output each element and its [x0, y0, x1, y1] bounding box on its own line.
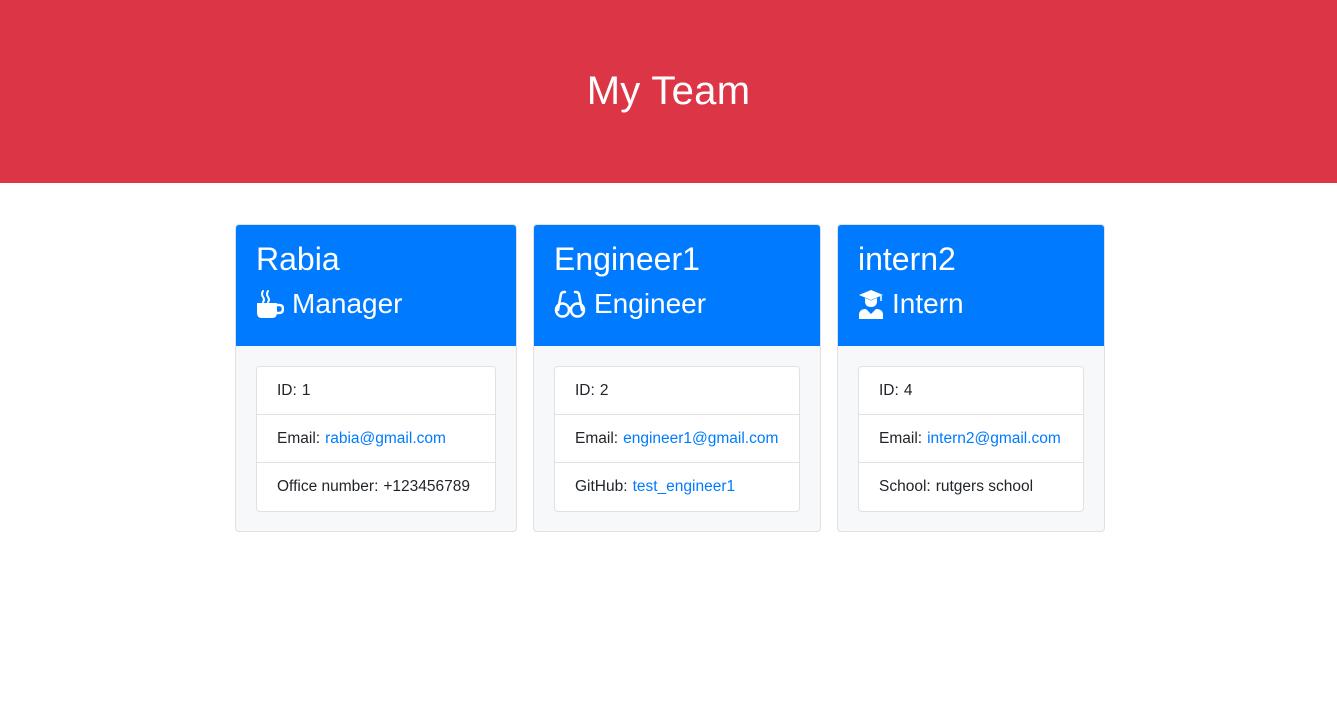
employee-card-intern: intern2 Intern ID: 4 Email: intern2@gmai…: [837, 224, 1105, 532]
employee-card-engineer: Engineer1 Engineer ID: 2 Email: engineer…: [533, 224, 821, 532]
card-body: ID: 1 Email: rabia@gmail.com Office numb…: [236, 346, 516, 531]
card-body: ID: 2 Email: engineer1@gmail.com GitHub:…: [534, 346, 820, 531]
employee-role: Manager: [256, 287, 496, 321]
mug-icon: [256, 289, 284, 319]
list-item-github: GitHub: test_engineer1: [555, 463, 799, 511]
card-body: ID: 4 Email: intern2@gmail.com School: r…: [838, 346, 1104, 531]
employee-name: Rabia: [256, 241, 340, 277]
employee-card-manager: Rabia Manager ID: 1 Email: rabia@gmail.c…: [235, 224, 517, 532]
id-value: 1: [301, 381, 311, 399]
office-number-label: Office number:: [277, 478, 379, 495]
list-item-email: Email: engineer1@gmail.com: [555, 415, 799, 463]
list-item-email: Email: intern2@gmail.com: [859, 415, 1083, 463]
page-title: My Team: [586, 69, 751, 113]
list-item-office-number: Office number: +123456789: [257, 463, 495, 511]
list-item-id: ID: 4: [859, 367, 1083, 415]
employee-role: Intern: [858, 287, 1084, 321]
github-label: GitHub:: [575, 478, 628, 495]
role-label: Manager: [292, 288, 403, 319]
school-value: rutgers school: [935, 478, 1034, 495]
details-list: ID: 1 Email: rabia@gmail.com Office numb…: [256, 366, 496, 512]
card-header: intern2 Intern: [838, 225, 1104, 346]
email-label: Email:: [879, 429, 923, 447]
role-label: Engineer: [594, 288, 707, 319]
employee-name: intern2: [858, 241, 956, 277]
card-header: Rabia Manager: [236, 225, 516, 346]
id-label: ID:: [575, 381, 595, 399]
employee-name: Engineer1: [554, 241, 700, 277]
email-link[interactable]: rabia@gmail.com: [325, 430, 446, 448]
employee-role: Engineer: [554, 287, 800, 321]
page-header: My Team: [0, 0, 1337, 183]
id-label: ID:: [277, 381, 297, 399]
email-link[interactable]: intern2@gmail.com: [927, 430, 1061, 448]
office-number-value: +123456789: [383, 478, 471, 495]
id-label: ID:: [879, 381, 899, 399]
github-link[interactable]: test_engineer1: [633, 478, 736, 496]
email-label: Email:: [277, 429, 321, 447]
details-list: ID: 2 Email: engineer1@gmail.com GitHub:…: [554, 366, 800, 512]
school-label: School:: [879, 478, 931, 495]
list-item-id: ID: 1: [257, 367, 495, 415]
role-label: Intern: [892, 288, 964, 319]
list-item-school: School: rutgers school: [859, 463, 1083, 511]
list-item-id: ID: 2: [555, 367, 799, 415]
list-item-email: Email: rabia@gmail.com: [257, 415, 495, 463]
id-value: 4: [903, 381, 913, 399]
glasses-icon: [554, 290, 586, 318]
card-header: Engineer1 Engineer: [534, 225, 820, 346]
id-value: 2: [599, 381, 609, 399]
graduate-icon: [858, 289, 884, 319]
email-label: Email:: [575, 429, 619, 447]
details-list: ID: 4 Email: intern2@gmail.com School: r…: [858, 366, 1084, 512]
email-link[interactable]: engineer1@gmail.com: [623, 430, 778, 448]
